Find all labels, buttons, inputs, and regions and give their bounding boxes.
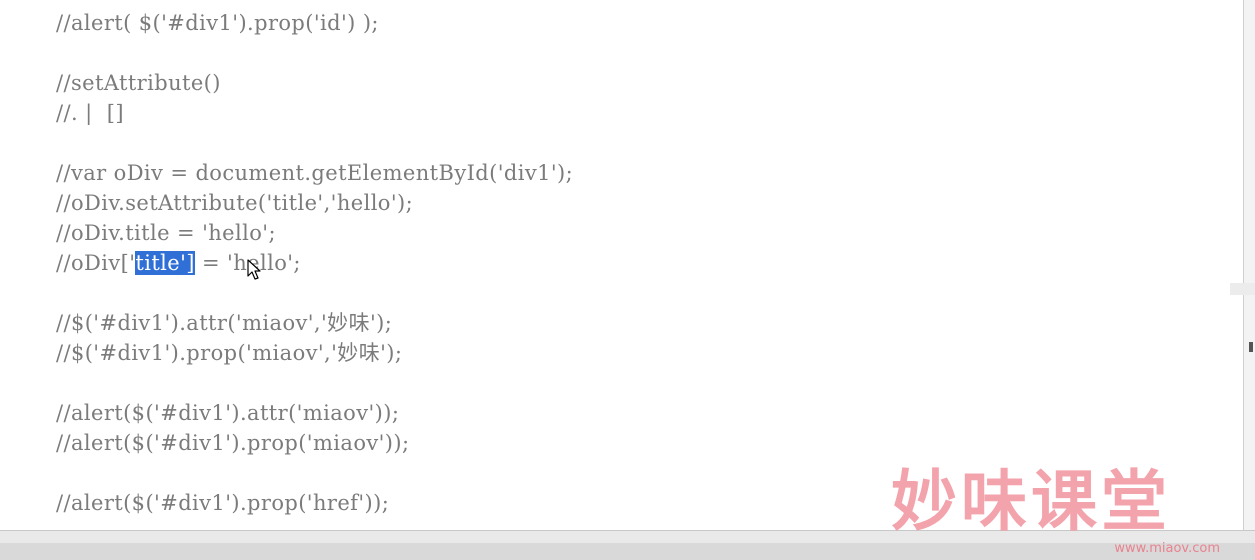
watermark-logo: 妙味课堂 (891, 463, 1171, 540)
code-lines: //alert( $('#div1').prop('id') ); //setA… (56, 8, 573, 518)
code-line-10 (56, 278, 573, 308)
code-line-6: //var oDiv = document.getElementById('di… (56, 161, 574, 185)
text-selection: title'] (135, 251, 195, 275)
status-fragment (1230, 283, 1255, 295)
code-line-16 (56, 458, 573, 488)
vertical-scrollbar[interactable] (1243, 0, 1255, 530)
code-line-3: //setAttribute() (56, 71, 221, 95)
code-line-selected: //oDiv['title'] = 'hello'; (56, 248, 573, 278)
code-line-12: //$('#div1').prop('miaov','妙味'); (56, 341, 403, 365)
code-line-1: //alert( $('#div1').prop('id') ); (56, 11, 379, 35)
code-line-5 (56, 128, 573, 158)
code-editor[interactable]: //alert( $('#div1').prop('id') ); //setA… (0, 0, 1243, 530)
code-line-selected-before: //oDiv[' (56, 251, 136, 275)
code-line-8: //oDiv.title = 'hello'; (56, 221, 276, 245)
code-line-11: //$('#div1').attr('miaov','妙味'); (56, 311, 393, 335)
code-line-4: //. | [] (56, 101, 124, 125)
bottom-bar-shade (0, 543, 1255, 560)
code-line-7: //oDiv.setAttribute('title','hello'); (56, 191, 414, 215)
watermark-url: www.miaov.com (1114, 541, 1220, 556)
scroll-marker (1249, 342, 1253, 352)
code-line-15: //alert($('#div1').prop('miaov')); (56, 431, 410, 455)
mouse-pointer-icon (247, 259, 261, 280)
code-line-14: //alert($('#div1').attr('miaov')); (56, 401, 400, 425)
code-line-13 (56, 368, 573, 398)
code-line-17: //alert($('#div1').prop('href')); (56, 491, 390, 515)
code-line-2 (56, 38, 573, 68)
